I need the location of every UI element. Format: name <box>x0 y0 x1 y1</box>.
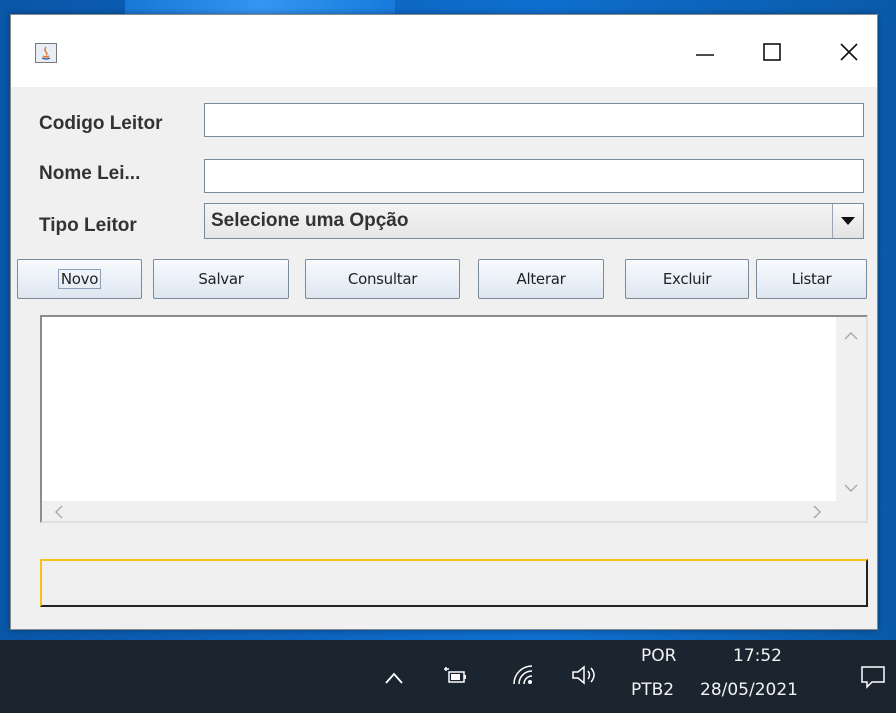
clock-time[interactable]: 17:52 <box>733 646 782 666</box>
listar-button-label: Listar <box>791 270 832 288</box>
codigo-leitor-label: Codigo Leitor <box>39 113 163 134</box>
codigo-leitor-input[interactable] <box>204 103 864 137</box>
language-indicator-bottom[interactable]: PTB2 <box>631 680 674 700</box>
horizontal-scrollbar[interactable] <box>42 501 838 521</box>
clock-date[interactable]: 28/05/2021 <box>700 680 798 700</box>
tipo-leitor-select[interactable]: Selecione uma Opção <box>204 203 864 239</box>
notification-icon[interactable] <box>860 664 886 690</box>
novo-button-label: Novo <box>57 269 102 289</box>
close-button[interactable] <box>826 29 872 75</box>
consultar-button-label: Consultar <box>347 270 418 288</box>
minimize-button[interactable] <box>682 29 728 75</box>
alterar-button-label: Alterar <box>516 270 566 288</box>
title-bar[interactable] <box>11 15 877 87</box>
maximize-icon <box>763 43 781 61</box>
consultar-button[interactable]: Consultar <box>305 259 460 299</box>
scroll-right-icon[interactable] <box>812 505 822 519</box>
java-app-icon[interactable] <box>35 43 57 63</box>
scroll-down-icon[interactable] <box>844 483 858 493</box>
battery-plug-icon[interactable] <box>443 666 467 686</box>
dropdown-arrow-icon <box>841 217 855 225</box>
language-indicator-top[interactable]: POR <box>641 646 676 666</box>
wifi-icon[interactable] <box>512 664 534 686</box>
results-text-area[interactable] <box>40 315 868 523</box>
nome-leitor-label: Nome Lei... <box>39 163 141 184</box>
taskbar: POR PTB2 17:52 28/05/2021 <box>0 640 896 713</box>
scroll-left-icon[interactable] <box>54 505 64 519</box>
maximize-button[interactable] <box>749 29 795 75</box>
wallpaper-light-streak <box>125 0 395 14</box>
tipo-leitor-label: Tipo Leitor <box>39 215 137 236</box>
novo-button[interactable]: Novo <box>17 259 142 299</box>
nome-leitor-input[interactable] <box>204 159 864 193</box>
scrollbar-corner <box>836 501 866 521</box>
speaker-icon[interactable] <box>570 664 598 686</box>
alterar-button[interactable]: Alterar <box>478 259 604 299</box>
close-icon <box>840 43 858 61</box>
salvar-button-label: Salvar <box>198 270 244 288</box>
salvar-button[interactable]: Salvar <box>153 259 289 299</box>
scroll-up-icon[interactable] <box>844 331 858 341</box>
tipo-leitor-selected-value: Selecione uma Opção <box>211 210 409 231</box>
app-window: Codigo Leitor Nome Lei... Tipo Leitor Se… <box>10 14 878 630</box>
status-field[interactable] <box>40 559 868 607</box>
vertical-scrollbar[interactable] <box>836 317 866 503</box>
excluir-button[interactable]: Excluir <box>625 259 749 299</box>
minimize-icon <box>696 54 714 56</box>
listar-button[interactable]: Listar <box>756 259 867 299</box>
dropdown-arrow-button[interactable] <box>832 204 863 238</box>
excluir-button-label: Excluir <box>662 270 712 288</box>
chevron-up-icon[interactable] <box>384 671 404 685</box>
